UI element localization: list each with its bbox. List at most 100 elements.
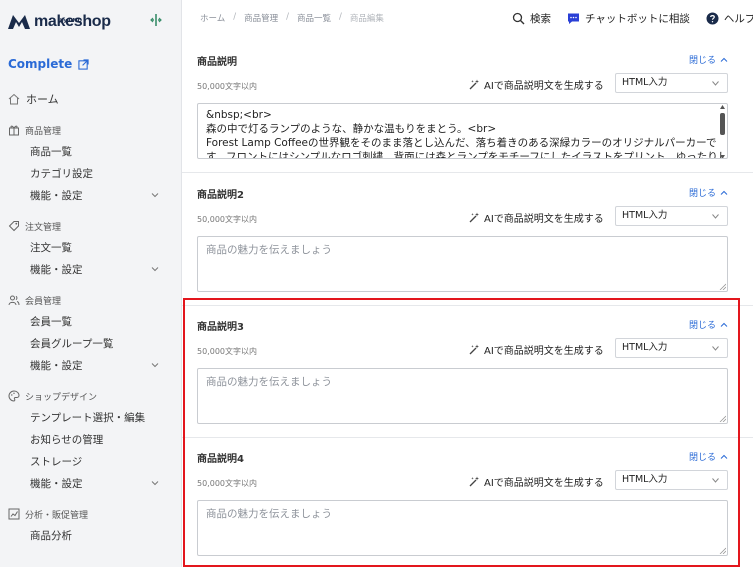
input-mode-select[interactable]: HTML入力 [615, 470, 728, 490]
sidebar-item-design-features[interactable]: 機能・設定 [0, 472, 181, 494]
search-button[interactable]: 検索 [512, 11, 551, 26]
sidebar-item-product-analytics[interactable]: 商品分析 [0, 524, 181, 546]
sidebar-section-analytics: 分析・販促管理 [0, 504, 181, 524]
description-field-1: 商品説明 閉じる 50,000文字以内 AIで商品説明文を生成する HTML入力… [197, 53, 728, 163]
chatbot-button[interactable]: チャットボットに相談 [567, 11, 690, 26]
char-limit: 50,000文字以内 [197, 215, 257, 224]
ai-generate-button[interactable]: AIで商品説明文を生成する [469, 77, 604, 92]
external-link-icon [78, 58, 89, 70]
users-icon [8, 295, 20, 306]
input-mode-select[interactable]: HTML入力 [615, 73, 728, 93]
sidebar-item-label: 機能・設定 [30, 263, 83, 276]
chevron-down-icon [151, 267, 159, 272]
breadcrumb-item[interactable]: 商品管理 [244, 12, 278, 24]
breadcrumb-item[interactable]: ホーム [200, 12, 225, 24]
sidebar-section-title: 会員管理 [25, 296, 62, 307]
sidebar-section-members: 会員管理 [0, 290, 181, 310]
sidebar-item-home[interactable]: ホーム [0, 88, 181, 110]
palette-icon [8, 390, 20, 402]
logo[interactable]: makeshop by GMO [0, 0, 181, 44]
breadcrumb-separator: / [233, 12, 237, 22]
sidebar-item-label: 機能・設定 [30, 477, 83, 490]
sidebar-item-order-list[interactable]: 注文一覧 [0, 236, 181, 258]
sidebar-item-member-list[interactable]: 会員一覧 [0, 310, 181, 332]
sidebar-section-title: 商品管理 [25, 126, 62, 137]
field-title: 商品説明4 [197, 454, 244, 465]
select-value: HTML入力 [622, 77, 668, 88]
scrollbar-thumb[interactable] [720, 113, 725, 135]
shop-status-link[interactable]: Complete [0, 50, 181, 78]
ai-generate-button[interactable]: AIで商品説明文を生成する [469, 342, 604, 357]
sidebar-item-label: 会員一覧 [30, 315, 72, 328]
textarea-placeholder: 商品の魅力を伝えましょう [206, 376, 332, 388]
sidebar-item-label: 機能・設定 [30, 359, 83, 372]
close-toggle[interactable]: 閉じる [689, 450, 728, 463]
pin-sidebar-icon[interactable] [148, 12, 164, 28]
ai-generate-label: AIで商品説明文を生成する [484, 478, 604, 489]
sidebar-section-orders: 注文管理 [0, 216, 181, 236]
sidebar-item-label: ストレージ [30, 455, 83, 468]
sidebar-item-template-edit[interactable]: テンプレート選択・編集 [0, 406, 181, 428]
field-title: 商品説明 [197, 57, 237, 68]
breadcrumb: ホーム / 商品管理 / 商品一覧 / 商品編集 [200, 12, 384, 24]
ai-generate-label: AIで商品説明文を生成する [484, 346, 604, 357]
chatbot-label: チャットボットに相談 [585, 12, 690, 25]
scrollbar[interactable] [719, 105, 726, 158]
sidebar-item-label: お知らせの管理 [30, 433, 104, 446]
input-mode-select[interactable]: HTML入力 [615, 338, 728, 358]
sidebar-item-storage[interactable]: ストレージ [0, 450, 181, 472]
sidebar-item-member-features[interactable]: 機能・設定 [0, 354, 181, 376]
sidebar-section-title: 分析・販促管理 [25, 510, 89, 521]
select-value: HTML入力 [622, 210, 668, 221]
chevron-up-icon [720, 454, 728, 459]
text-line: 森の中で灯るランプのような、静かな温もりをまとう。<br> [206, 123, 497, 135]
home-icon [8, 93, 20, 105]
description-textarea[interactable]: &nbsp;<br> 森の中で灯るランプのような、静かな温もりをまとう。<br>… [197, 103, 728, 159]
sidebar-item-label: ホーム [26, 93, 59, 106]
close-toggle[interactable]: 閉じる [689, 186, 728, 199]
sidebar-item-label: 商品分析 [30, 529, 72, 542]
description-textarea[interactable]: 商品の魅力を伝えましょう [197, 368, 728, 424]
chevron-down-icon [151, 363, 159, 368]
select-value: HTML入力 [622, 342, 668, 353]
input-mode-select[interactable]: HTML入力 [615, 206, 728, 226]
close-toggle[interactable]: 閉じる [689, 53, 728, 66]
magic-wand-icon [469, 344, 479, 355]
char-limit: 50,000文字以内 [197, 82, 257, 91]
sidebar-section-shop-design: ショップデザイン [0, 386, 181, 406]
description-textarea[interactable]: 商品の魅力を伝えましょう [197, 500, 728, 556]
field-title: 商品説明2 [197, 190, 244, 201]
close-toggle[interactable]: 閉じる [689, 318, 728, 331]
ai-generate-label: AIで商品説明文を生成する [484, 81, 604, 92]
resize-grip-icon[interactable] [719, 283, 726, 290]
help-label: ヘルプ [723, 12, 753, 25]
sidebar-item-member-group-list[interactable]: 会員グループ一覧 [0, 332, 181, 354]
magic-wand-icon [469, 212, 479, 223]
breadcrumb-separator: / [339, 12, 342, 22]
scroll-up-icon [720, 105, 725, 109]
chat-icon [568, 13, 579, 24]
gift-icon [9, 125, 19, 136]
sidebar-section-title: 注文管理 [25, 222, 62, 233]
sidebar-item-label: 会員グループ一覧 [30, 337, 114, 350]
sidebar-item-product-features[interactable]: 機能・設定 [0, 184, 181, 206]
sidebar-item-category-settings[interactable]: カテゴリ設定 [0, 162, 181, 184]
resize-grip-icon[interactable] [719, 547, 726, 554]
tag-icon [8, 221, 19, 232]
ai-generate-button[interactable]: AIで商品説明文を生成する [469, 210, 604, 225]
breadcrumb-item[interactable]: 商品一覧 [297, 12, 331, 24]
sidebar-item-news-management[interactable]: お知らせの管理 [0, 428, 181, 450]
char-limit: 50,000文字以内 [197, 479, 257, 488]
help-button[interactable]: ヘルプ [706, 11, 753, 26]
text-line: &nbsp;<br> [206, 109, 272, 121]
resize-grip-icon[interactable] [719, 415, 726, 422]
scroll-down-icon [720, 155, 725, 158]
text-line: す。フロントにはシンプルなロゴ刺繍、背面には森とランプをモチーフにしたイラストを… [206, 151, 728, 159]
divider [182, 305, 753, 306]
description-textarea[interactable]: 商品の魅力を伝えましょう [197, 236, 728, 292]
sidebar-item-product-list[interactable]: 商品一覧 [0, 140, 181, 162]
sidebar-item-order-features[interactable]: 機能・設定 [0, 258, 181, 280]
ai-generate-button[interactable]: AIで商品説明文を生成する [469, 474, 604, 489]
chevron-down-icon [712, 81, 719, 86]
ai-generate-label: AIで商品説明文を生成する [484, 214, 604, 225]
